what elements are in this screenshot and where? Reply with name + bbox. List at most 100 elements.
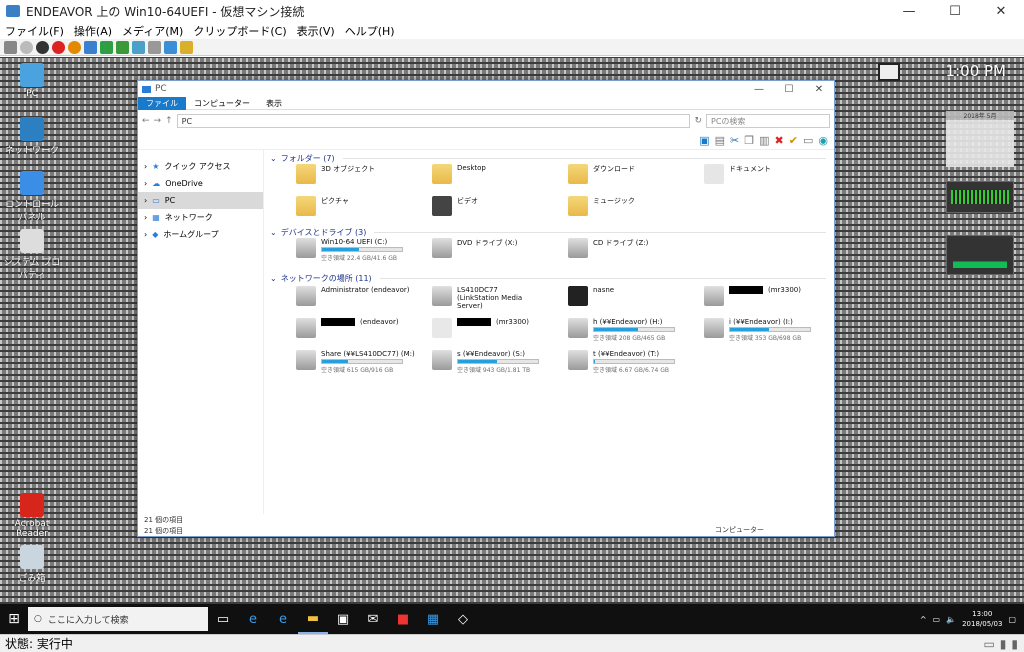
save-icon[interactable] (68, 40, 81, 54)
nav-item-onedrive[interactable]: › ☁ OneDrive (138, 175, 263, 192)
nav-item-homegroup[interactable]: › ◆ ホームグループ (138, 226, 263, 243)
resume-icon[interactable] (100, 40, 113, 54)
pause-icon[interactable] (84, 40, 97, 54)
volume-icon[interactable]: 🔈 (946, 615, 956, 624)
drive-c[interactable]: Win10-64 UEFI (C:) 空き領域 22.4 GB/41.6 GB (296, 238, 403, 262)
menu-media[interactable]: メディア(M) (117, 23, 188, 39)
net-redacted-mr3300-2[interactable]: (mr3300) (432, 318, 529, 338)
forward-icon[interactable]: → (154, 116, 162, 126)
menu-view[interactable]: 表示(V) (292, 23, 340, 39)
net-redacted-mr3300[interactable]: (mr3300) (704, 286, 801, 306)
start-button[interactable]: ⊞ (0, 604, 28, 634)
menu-help[interactable]: ヘルプ(H) (340, 23, 400, 39)
net-drive-h[interactable]: h (¥¥Endeavor) (H:) 空き領域 208 GB/465 GB (568, 318, 675, 342)
enhanced-session-icon[interactable] (164, 40, 177, 54)
recycle-bin-icon (20, 545, 44, 569)
folder-downloads[interactable]: ダウンロード (568, 164, 635, 184)
desktop-icon-acrobat[interactable]: Acrobat Reader (2, 493, 62, 539)
hyperv-icon[interactable]: ▦ (418, 604, 448, 634)
folder-documents[interactable]: ドキュメント (704, 164, 771, 184)
task-view-icon[interactable]: ▭ (208, 604, 238, 634)
minimize-button[interactable]: — (886, 4, 932, 19)
shut-down-icon[interactable] (52, 40, 65, 54)
net-redacted-endeavor[interactable]: (endeavor) (296, 318, 399, 338)
desktop-icon-network[interactable]: ネットワーク (2, 117, 62, 156)
net-drive-i[interactable]: i (¥¥Endeavor) (I:) 空き領域 353 GB/698 GB (704, 318, 811, 342)
revert-icon[interactable] (148, 40, 161, 54)
tab-view[interactable]: 表示 (258, 97, 290, 110)
mail-icon[interactable]: ✉ (358, 604, 388, 634)
cut-icon[interactable]: ✂ (730, 134, 739, 147)
folder-music[interactable]: ミュージック (568, 196, 635, 216)
delete-icon[interactable]: ✖ (775, 134, 784, 147)
checkpoint-icon[interactable] (132, 40, 145, 54)
folder-desktop[interactable]: Desktop (432, 164, 486, 184)
net-drive-m[interactable]: Share (¥¥LS410DC77) (M:) 空き領域 615 GB/916 … (296, 350, 415, 374)
net-administrator[interactable]: Administrator (endeavor) (296, 286, 410, 306)
start-icon[interactable] (20, 40, 33, 54)
net-drive-s[interactable]: s (¥¥Endeavor) (S:) 空き領域 943 GB/1.81 TB (432, 350, 539, 374)
close-button[interactable]: ✕ (978, 4, 1024, 19)
menu-file[interactable]: ファイル(F) (0, 23, 69, 39)
graph-gadget (946, 235, 1014, 275)
search-input[interactable]: PCの検索 (706, 114, 830, 128)
properties-icon[interactable]: ▤ (715, 134, 725, 147)
network-tray-icon[interactable]: ▭ (933, 615, 941, 624)
explorer-maximize-button[interactable]: ☐ (774, 84, 804, 95)
group-network[interactable]: ⌄ ネットワークの場所 (11) (266, 272, 826, 284)
ie-icon[interactable]: e (268, 604, 298, 634)
explorer-titlebar: PC — ☐ ✕ (138, 81, 834, 97)
drive-dvd[interactable]: DVD ドライブ (X:) (432, 238, 518, 258)
desktop-icon-pc[interactable]: PC (2, 63, 62, 99)
back-icon[interactable]: ← (142, 116, 150, 126)
notification-icon[interactable]: ▢ (1008, 615, 1016, 624)
desktop-icon-recycle-bin[interactable]: ごみ箱 (2, 545, 62, 584)
desktop-icon-control-panel[interactable]: コントロール パネル (2, 171, 62, 223)
desktop-icon-system[interactable]: システム プロパティ (2, 229, 62, 281)
app-icon[interactable]: ■ (388, 604, 418, 634)
folder-videos[interactable]: ビデオ (432, 196, 478, 216)
maximize-button[interactable]: ☐ (932, 4, 978, 19)
copy-icon[interactable]: ❐ (744, 134, 754, 147)
nav-item-quick-access[interactable]: › ★ クイック アクセス (138, 158, 263, 175)
taskbar-search[interactable]: ○ ここに入力して検索 (28, 607, 208, 631)
network-drive-icon (432, 350, 452, 370)
folder-3d-objects[interactable]: 3D オブジェクト (296, 164, 375, 184)
nav-item-pc[interactable]: › ▭ PC (138, 192, 263, 209)
group-folders[interactable]: ⌄ フォルダー (7) (266, 152, 826, 164)
check-icon[interactable]: ✔ (789, 134, 798, 147)
tab-computer[interactable]: コンピューター (186, 97, 258, 110)
share-icon[interactable] (180, 40, 193, 54)
tab-file[interactable]: ファイル (138, 96, 186, 110)
navigation-pane: › ★ クイック アクセス › ☁ OneDrive › ▭ PC › ▦ ネットワーク › ◆ ホ… (138, 150, 264, 514)
tray-clock[interactable]: 13:00 2018/05/03 (962, 609, 1002, 629)
menu-clipboard[interactable]: クリップボード(C) (188, 23, 291, 39)
ctrl-alt-del-icon[interactable] (4, 40, 17, 54)
file-explorer-icon[interactable]: ▬ (298, 604, 328, 634)
store-icon[interactable]: ▣ (328, 604, 358, 634)
reset-icon[interactable] (116, 40, 129, 54)
folder-icon (432, 164, 452, 184)
net-drive-t[interactable]: t (¥¥Endeavor) (T:) 空き領域 6.67 GB/6.74 GB (568, 350, 675, 374)
turn-off-icon[interactable] (36, 40, 49, 54)
globe-icon[interactable]: ◉ (818, 134, 828, 147)
menu-action[interactable]: 操作(A) (69, 23, 117, 39)
chevron-up-icon[interactable]: ^ (920, 615, 927, 624)
explorer-minimize-button[interactable]: — (744, 84, 774, 95)
net-nasne[interactable]: nasne (568, 286, 614, 306)
nav-item-network[interactable]: › ▦ ネットワーク (138, 209, 263, 226)
explorer-close-button[interactable]: ✕ (804, 84, 834, 95)
refresh-icon[interactable]: ↻ (694, 116, 702, 126)
preview-pane-icon[interactable]: ▣ (699, 134, 709, 147)
group-drives[interactable]: ⌄ デバイスとドライブ (3) (266, 226, 826, 238)
rename-icon[interactable]: ▭ (803, 134, 813, 147)
drive-cd[interactable]: CD ドライブ (Z:) (568, 238, 648, 258)
tool-icon[interactable]: ◇ (448, 604, 478, 634)
folder-pictures[interactable]: ピクチャ (296, 196, 349, 216)
net-linkstation[interactable]: LS410DC77 (LinkStation Media Server) (432, 286, 528, 310)
paste-icon[interactable]: ▥ (759, 134, 769, 147)
edge-icon[interactable]: e (238, 604, 268, 634)
address-bar[interactable]: PC (176, 114, 691, 128)
up-icon[interactable]: ↑ (165, 116, 173, 126)
monitor-icon[interactable] (878, 63, 900, 81)
